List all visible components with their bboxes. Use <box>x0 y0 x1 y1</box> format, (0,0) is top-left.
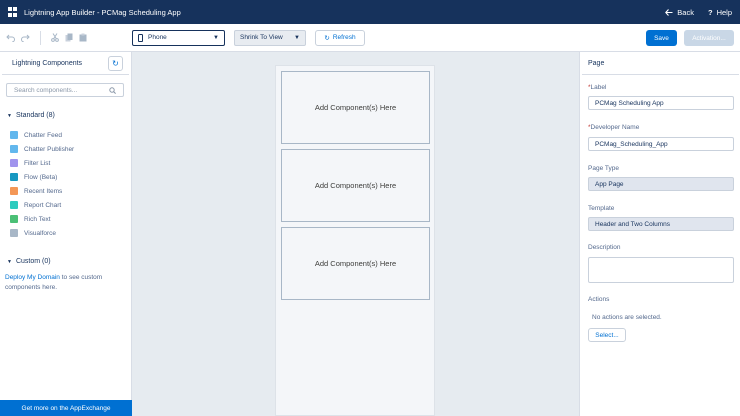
actions-label: Actions <box>588 296 610 303</box>
divider <box>582 74 739 75</box>
standard-section-label: Standard (8) <box>15 112 55 119</box>
undo-icon[interactable] <box>6 34 15 42</box>
back-label: Back <box>677 7 694 17</box>
refresh-components-button[interactable]: ↻ <box>108 56 123 71</box>
component-item-label: Chatter Publisher <box>24 145 75 153</box>
filter-list-icon <box>10 159 18 167</box>
deploy-my-domain-link[interactable]: Deploy My Domain <box>5 274 60 281</box>
standard-component-list: Chatter Feed Chatter Publisher Filter List… <box>10 128 74 240</box>
phone-preview-frame: Add Component(s) Here Add Component(s) H… <box>275 65 435 416</box>
redo-icon[interactable] <box>21 34 30 42</box>
component-item-label: Flow (Beta) <box>24 173 58 181</box>
custom-components-note: Deploy My Domain to see custom component… <box>5 273 125 293</box>
component-item-label: Chatter Feed <box>24 131 62 139</box>
component-item[interactable]: Chatter Publisher <box>10 142 74 156</box>
refresh-icon: ↻ <box>112 59 119 68</box>
component-item[interactable]: Rich Text <box>10 212 74 226</box>
refresh-icon: ↻ <box>324 34 330 42</box>
description-label: Description <box>588 244 621 251</box>
collapse-triangle-icon: ▼ <box>7 258 12 265</box>
search-placeholder: Search components... <box>14 86 78 94</box>
component-item-label: Filter List <box>24 159 51 167</box>
refresh-button[interactable]: ↻ Refresh <box>315 29 365 46</box>
builder-toolbar: Phone ▼ Shrink To View ▼ ↻ Refresh Save … <box>0 24 740 52</box>
device-select[interactable]: Phone ▼ <box>132 29 225 46</box>
developer-name-field-label: *Developer Name <box>588 124 639 131</box>
chevron-down-icon: ▼ <box>294 34 300 41</box>
component-drop-zone[interactable]: Add Component(s) Here <box>281 71 430 144</box>
back-arrow-icon <box>665 8 673 16</box>
help-label: Help <box>716 7 732 17</box>
search-components-input[interactable]: Search components... <box>6 83 124 97</box>
device-value: Phone <box>148 34 167 41</box>
chatter-feed-icon <box>10 131 18 139</box>
component-drop-zone[interactable]: Add Component(s) Here <box>281 149 430 222</box>
activation-button[interactable]: Activation... <box>684 30 734 46</box>
view-value: Shrink To View <box>240 34 283 41</box>
page-type-label: Page Type <box>588 165 619 172</box>
components-panel-header: Lightning Components ↻ <box>0 52 131 74</box>
component-item[interactable]: Visualforce <box>10 226 74 240</box>
refresh-label: Refresh <box>332 34 356 41</box>
component-item[interactable]: Chatter Feed <box>10 128 74 142</box>
component-item-label: Report Chart <box>24 201 62 209</box>
page-type-value: App Page <box>588 177 734 191</box>
component-item[interactable]: Filter List <box>10 156 74 170</box>
component-item-label: Visualforce <box>24 229 57 237</box>
component-item-label: Rich Text <box>24 215 51 223</box>
template-value: Header and Two Columns <box>588 217 734 231</box>
select-actions-button[interactable]: Select... <box>588 328 626 342</box>
search-icon <box>109 86 116 94</box>
collapse-triangle-icon: ▼ <box>7 112 12 119</box>
app-grid-icon <box>8 7 18 17</box>
component-item[interactable]: Report Chart <box>10 198 74 212</box>
components-panel-title: Lightning Components <box>12 59 83 67</box>
copy-icon[interactable] <box>65 33 73 42</box>
custom-section-toggle[interactable]: ▼ Custom (0) <box>7 258 51 265</box>
visualforce-icon <box>10 229 18 237</box>
toolbar-divider <box>40 30 41 45</box>
paste-icon[interactable] <box>79 33 87 42</box>
label-field-label: *Label <box>588 84 606 91</box>
report-chart-icon <box>10 201 18 209</box>
phone-icon <box>138 33 143 42</box>
description-textarea[interactable] <box>588 257 734 283</box>
save-button[interactable]: Save <box>646 30 677 46</box>
properties-panel-title: Page <box>588 60 605 67</box>
chatter-publisher-icon <box>10 145 18 153</box>
label-field-text: Label <box>590 84 607 91</box>
label-input[interactable]: PCMag Scheduling App <box>588 96 734 110</box>
cut-icon[interactable] <box>51 33 59 42</box>
component-item[interactable]: Flow (Beta) <box>10 170 74 184</box>
recent-items-icon <box>10 187 18 195</box>
divider <box>2 74 129 75</box>
components-panel: Lightning Components ↻ Search components… <box>0 52 132 416</box>
page-canvas: Add Component(s) Here Add Component(s) H… <box>132 52 579 416</box>
back-button[interactable]: Back <box>665 8 694 17</box>
appexchange-link[interactable]: Get more on the AppExchange <box>0 400 132 416</box>
template-label: Template <box>588 205 615 212</box>
component-item-label: Recent Items <box>24 187 63 195</box>
component-item[interactable]: Recent Items <box>10 184 74 198</box>
custom-section-label: Custom (0) <box>15 258 51 265</box>
app-title: Lightning App Builder - PCMag Scheduling… <box>24 7 181 17</box>
standard-section-toggle[interactable]: ▼ Standard (8) <box>7 112 55 119</box>
view-select[interactable]: Shrink To View ▼ <box>234 29 306 46</box>
chevron-down-icon: ▼ <box>213 34 219 41</box>
component-drop-zone[interactable]: Add Component(s) Here <box>281 227 430 300</box>
edit-tools <box>0 30 132 45</box>
no-actions-note: No actions are selected. <box>592 314 662 321</box>
rich-text-icon <box>10 215 18 223</box>
help-button[interactable]: ? Help <box>708 8 732 17</box>
developer-name-input[interactable]: PCMag_Scheduling_App <box>588 137 734 151</box>
properties-panel: Page *Label PCMag Scheduling App *Develo… <box>579 52 740 416</box>
help-icon: ? <box>707 7 713 17</box>
flow-icon <box>10 173 18 181</box>
developer-name-field-text: Developer Name <box>590 124 640 131</box>
app-header: Lightning App Builder - PCMag Scheduling… <box>0 0 740 24</box>
